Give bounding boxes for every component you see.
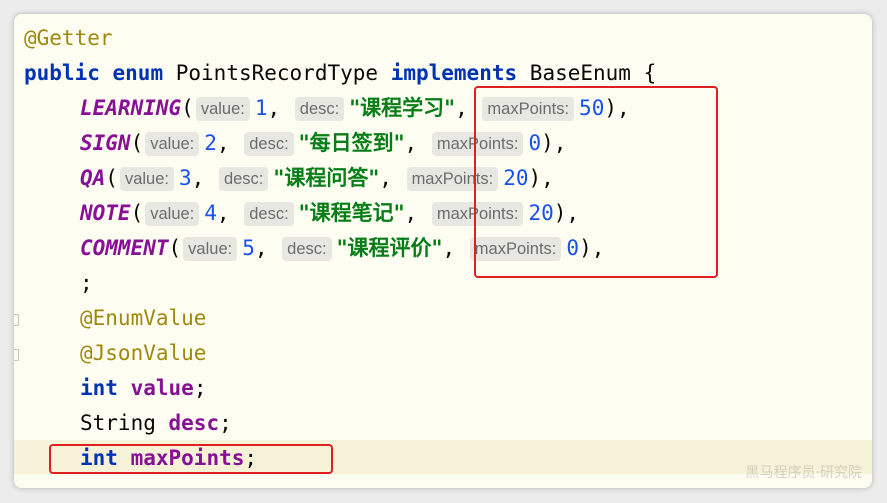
maxpoints-field-highlight-box xyxy=(49,444,333,474)
value-number: 2 xyxy=(204,131,217,155)
fold-marker-icon[interactable] xyxy=(14,314,19,326)
param-hint-desc: desc: xyxy=(294,96,345,121)
param-hint-value: value: xyxy=(145,131,200,156)
code-line-semicolon: ; xyxy=(24,266,93,301)
keyword-enum: enum xyxy=(112,61,164,85)
value-number: 5 xyxy=(242,236,255,260)
code-editor[interactable]: @Getter public enum PointsRecordType imp… xyxy=(14,14,872,488)
type-string: String xyxy=(80,411,156,435)
param-hint-value: value: xyxy=(145,201,200,226)
desc-string: "课程问答" xyxy=(273,166,380,190)
watermark: 黑马程序员·研究院 xyxy=(745,465,862,481)
field-name-value: value xyxy=(130,376,194,400)
keyword-public: public xyxy=(24,61,100,85)
code-line-jsonvalue: @JsonValue xyxy=(24,336,206,371)
semicolon: ; xyxy=(80,271,93,295)
value-number: 4 xyxy=(204,201,217,225)
value-number: 1 xyxy=(254,96,268,120)
param-hint-value: value: xyxy=(119,166,174,191)
param-hint-value: value: xyxy=(183,236,238,261)
enum-constant-name: QA xyxy=(80,166,106,190)
code-line-1: @Getter xyxy=(24,21,113,56)
desc-string: "课程学习" xyxy=(349,96,456,120)
enum-constant-name: NOTE xyxy=(80,201,131,225)
maxpoints-highlight-box xyxy=(474,86,718,278)
type-int: int xyxy=(80,376,118,400)
desc-string: "每日签到" xyxy=(298,131,405,155)
desc-string: "课程评价" xyxy=(336,236,443,260)
desc-string: "课程笔记" xyxy=(298,201,405,225)
statement-end: ; xyxy=(219,411,232,435)
field-desc-declaration: String desc; xyxy=(24,406,232,441)
param-hint-value: value: xyxy=(195,96,250,121)
getter-annotation: @Getter xyxy=(24,26,113,50)
enumvalue-annotation: @EnumValue xyxy=(80,306,207,330)
field-name-desc: desc xyxy=(168,411,220,435)
param-hint-desc: desc: xyxy=(218,166,269,191)
param-hint-desc: desc: xyxy=(244,201,294,226)
enum-constant-name: LEARNING xyxy=(80,96,182,120)
param-hint-desc: desc: xyxy=(244,131,294,156)
class-name: PointsRecordType xyxy=(175,61,379,85)
code-line-enumvalue: @EnumValue xyxy=(24,301,206,336)
value-number: 3 xyxy=(178,166,192,190)
jsonvalue-annotation: @JsonValue xyxy=(80,341,207,365)
enum-constant-name: SIGN xyxy=(80,131,131,155)
fold-marker-icon[interactable] xyxy=(14,349,19,361)
param-hint-desc: desc: xyxy=(282,236,332,261)
enum-constant-name: COMMENT xyxy=(80,236,169,260)
field-value-declaration: int value; xyxy=(24,371,206,406)
statement-end: ; xyxy=(193,376,207,400)
